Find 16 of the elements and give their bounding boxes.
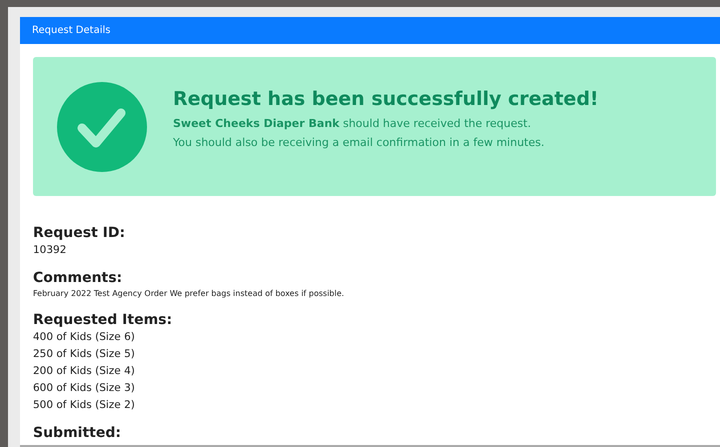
section-text: 250 of Kids (Size 5) xyxy=(33,347,136,362)
panel-title: Request Details xyxy=(32,25,110,36)
section-text: 10392 xyxy=(33,243,68,258)
section-heading: Submitted: xyxy=(33,424,122,442)
section-text: 400 of Kids (Size 6) xyxy=(33,330,136,345)
alert-message: Sweet Cheeks Diaper Bank should have received the request. xyxy=(173,116,532,132)
section-heading: Request ID: xyxy=(33,224,126,242)
section-text: February 2022 Test Agency Order We prefer bags instead of boxes if possible. xyxy=(33,288,346,300)
section-text: 200 of Kids (Size 4) xyxy=(33,364,136,379)
alert-note: You should also be receiving a email confirmation in a few minutes. xyxy=(173,135,546,151)
section-heading: Requested Items: xyxy=(33,311,174,329)
section-text: 500 of Kids (Size 2) xyxy=(33,398,136,413)
section-heading: Comments: xyxy=(33,269,124,287)
check-circle-icon xyxy=(57,82,147,172)
section-text: 600 of Kids (Size 3) xyxy=(33,381,136,396)
alert-title: Request has been successfully created! xyxy=(173,88,599,110)
